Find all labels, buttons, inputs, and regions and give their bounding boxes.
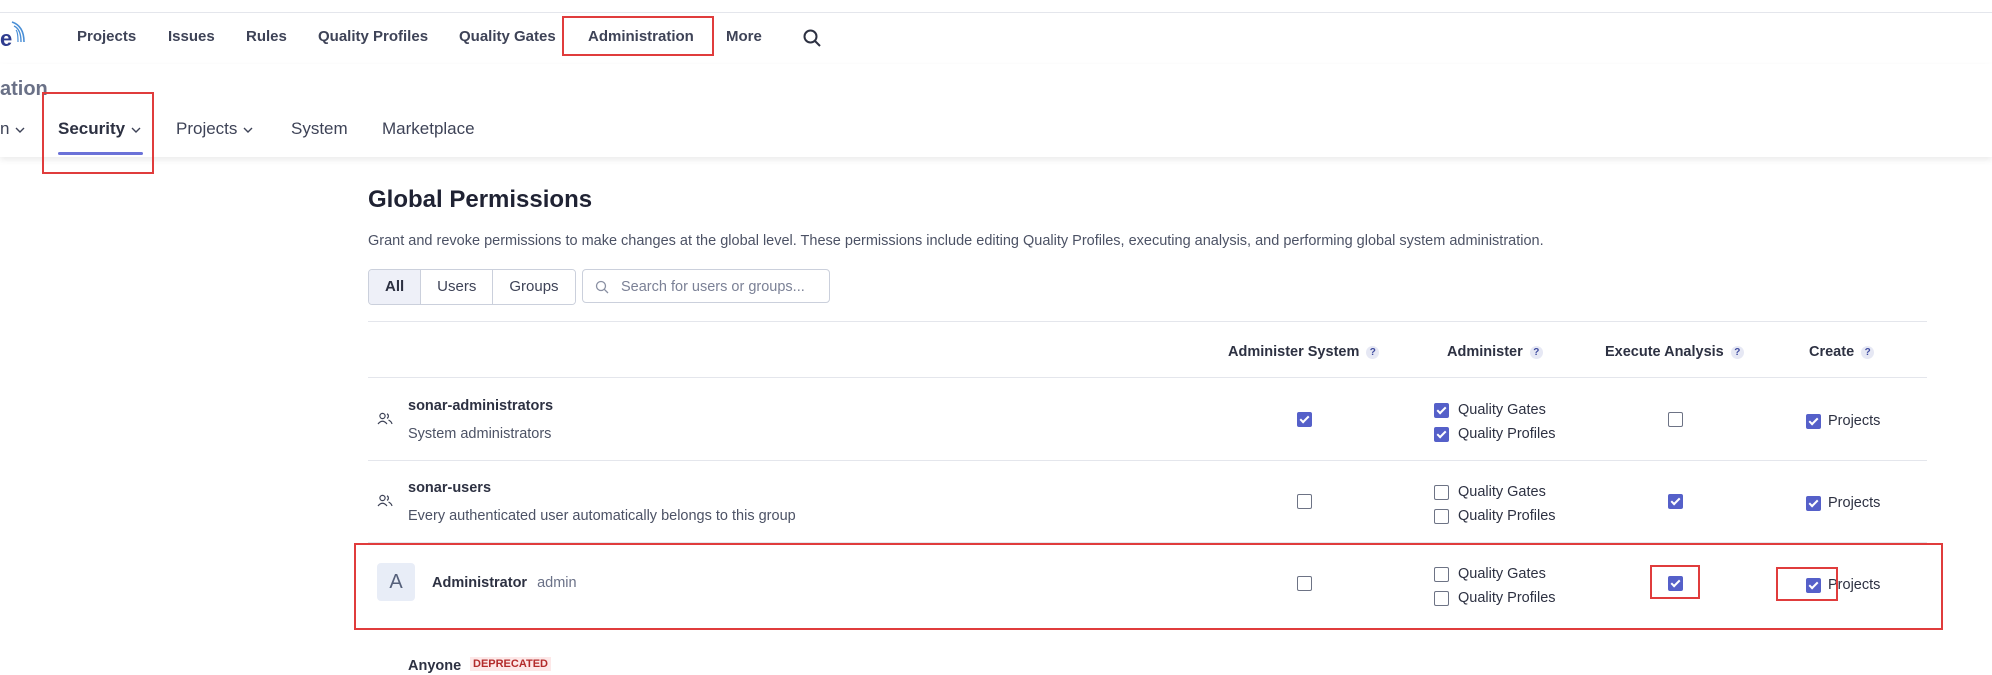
group-name: Anyone	[408, 658, 462, 674]
highlight-execute-analysis	[1650, 565, 1700, 599]
tab-marketplace[interactable]: Marketplace	[382, 119, 475, 139]
chevron-down-icon	[243, 127, 253, 133]
checkbox-quality-profiles[interactable]	[1434, 427, 1449, 442]
group-icon	[377, 494, 393, 507]
filter-users[interactable]: Users	[421, 270, 494, 304]
quality-profiles-label: Quality Profiles	[1458, 508, 1556, 524]
checkbox-administer-system[interactable]	[1297, 412, 1312, 427]
chevron-down-icon	[15, 127, 25, 133]
logo-text: e	[0, 26, 13, 51]
admin-page-title: ation	[0, 78, 48, 100]
column-label: Administer	[1447, 344, 1523, 360]
nav-issues[interactable]: Issues	[168, 28, 215, 45]
group-description: Every authenticated user automatically b…	[408, 508, 796, 524]
group-description: System administrators	[408, 426, 552, 442]
checkbox-create-projects[interactable]	[1806, 414, 1821, 429]
checkbox-quality-gates[interactable]	[1434, 567, 1449, 582]
highlight-security	[42, 92, 154, 174]
checkbox-execute-analysis[interactable]	[1668, 494, 1683, 509]
tab-projects[interactable]: Projects	[176, 119, 253, 139]
divider	[368, 377, 1927, 378]
nav-quality-profiles[interactable]: Quality Profiles	[318, 28, 428, 45]
nav-projects[interactable]: Projects	[77, 28, 136, 45]
highlight-create-projects	[1776, 567, 1838, 601]
quality-gates-label: Quality Gates	[1458, 402, 1546, 418]
help-icon[interactable]: ?	[1730, 345, 1744, 359]
group-name: sonar-administrators	[408, 398, 554, 414]
nav-quality-gates[interactable]: Quality Gates	[459, 28, 556, 45]
col-administer: Administer?	[1447, 344, 1543, 360]
page-title: Global Permissions	[368, 186, 593, 213]
avatar: A	[377, 563, 415, 601]
quality-gates-label: Quality Gates	[1458, 566, 1546, 582]
help-icon[interactable]: ?	[1529, 345, 1543, 359]
group-name: sonar-users	[408, 480, 492, 496]
checkbox-quality-profiles[interactable]	[1434, 591, 1449, 606]
checkbox-create-projects[interactable]	[1806, 496, 1821, 511]
user-display-name: Administrator	[432, 575, 528, 591]
checkbox-administer-system[interactable]	[1297, 576, 1312, 591]
highlight-administration	[562, 16, 714, 56]
col-administer-system: Administer System?	[1228, 344, 1380, 360]
filter-all[interactable]: All	[369, 270, 422, 304]
nav-more[interactable]: More	[726, 28, 762, 45]
tab-system[interactable]: System	[291, 119, 348, 139]
user-name: Administrator admin	[432, 575, 577, 591]
projects-label: Projects	[1828, 495, 1881, 511]
search-box	[582, 269, 830, 303]
column-label: Administer System	[1228, 344, 1360, 360]
help-icon[interactable]: ?	[1366, 345, 1380, 359]
projects-label: Projects	[1828, 413, 1881, 429]
highlight-administrator-row	[354, 543, 1943, 630]
global-navbar	[0, 13, 1992, 65]
search-icon	[595, 280, 609, 294]
search-icon[interactable]	[802, 28, 822, 48]
checkbox-administer-system[interactable]	[1297, 494, 1312, 509]
filter-groups[interactable]: Groups	[493, 270, 575, 304]
col-create: Create?	[1809, 344, 1875, 360]
divider	[368, 460, 1927, 461]
deprecated-badge: DEPRECATED	[470, 657, 551, 671]
tab-label: Projects	[176, 119, 238, 138]
column-label: Create	[1809, 344, 1855, 360]
checkbox-quality-profiles[interactable]	[1434, 509, 1449, 524]
checkbox-quality-gates[interactable]	[1434, 403, 1449, 418]
checkbox-execute-analysis[interactable]	[1668, 412, 1683, 427]
user-login: admin	[537, 575, 577, 591]
checkbox-quality-gates[interactable]	[1434, 485, 1449, 500]
tab-label: n	[0, 119, 10, 138]
nav-rules[interactable]: Rules	[246, 28, 287, 45]
tab-configuration[interactable]: n	[0, 119, 25, 139]
column-label: Execute Analysis	[1605, 344, 1724, 360]
col-execute-analysis: Execute Analysis?	[1605, 344, 1744, 360]
divider	[368, 321, 1927, 322]
quality-gates-label: Quality Gates	[1458, 484, 1546, 500]
search-input[interactable]	[619, 276, 823, 298]
quality-profiles-label: Quality Profiles	[1458, 426, 1556, 442]
help-icon[interactable]: ?	[1861, 345, 1875, 359]
page-description: Grant and revoke permissions to make cha…	[368, 233, 1544, 249]
filter-toggle: All Users Groups	[368, 269, 576, 305]
group-icon	[377, 412, 393, 425]
quality-profiles-label: Quality Profiles	[1458, 590, 1556, 606]
admin-header	[0, 64, 1992, 157]
